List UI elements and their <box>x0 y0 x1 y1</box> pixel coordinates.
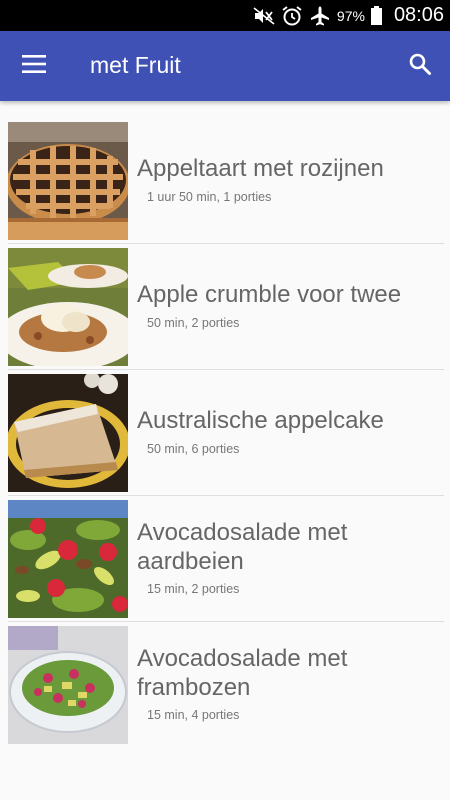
status-icons: 97% 08:06 <box>253 0 444 31</box>
recipe-list-item[interactable]: Australische appelcake 50 min, 6 porties <box>0 370 450 496</box>
recipe-meta: 50 min, 2 porties <box>147 316 240 330</box>
recipe-list-item[interactable]: Avocadosalade met frambozen 15 min, 4 po… <box>0 622 450 748</box>
recipe-meta: 50 min, 6 porties <box>147 442 240 456</box>
mute-icon <box>253 5 275 27</box>
app-bar: met Fruit <box>0 31 450 101</box>
recipe-list: Appeltaart met rozijnen 1 uur 50 min, 1 … <box>0 118 450 748</box>
recipe-list-item[interactable]: Appeltaart met rozijnen 1 uur 50 min, 1 … <box>0 118 450 244</box>
recipe-title: Avocadosalade met aardbeien <box>137 519 348 575</box>
status-bar: 97% 08:06 <box>0 0 450 31</box>
recipe-image <box>8 500 128 618</box>
alarm-icon <box>281 5 303 27</box>
battery-percent: 97% <box>336 7 365 24</box>
recipe-meta: 15 min, 2 porties <box>147 582 240 596</box>
recipe-image <box>8 122 128 240</box>
recipe-title: Australische appelcake <box>137 407 384 434</box>
recipe-list-item[interactable]: Avocadosalade met aardbeien 15 min, 2 po… <box>0 496 450 622</box>
recipe-title: Appeltaart met rozijnen <box>137 155 384 182</box>
menu-button[interactable] <box>14 46 54 86</box>
recipe-image <box>8 248 128 366</box>
recipe-image <box>8 626 128 744</box>
hamburger-menu-icon <box>22 54 46 78</box>
recipe-title: Apple crumble voor twee <box>137 281 402 308</box>
recipe-meta: 15 min, 4 porties <box>147 708 240 722</box>
battery-icon <box>370 6 382 25</box>
recipe-title: Avocadosalade met frambozen <box>137 645 348 701</box>
recipe-image <box>8 374 128 492</box>
airplane-mode-icon <box>309 5 331 27</box>
search-button[interactable] <box>400 46 440 86</box>
page-title: met Fruit <box>90 52 181 78</box>
clock: 08:06 <box>393 4 444 26</box>
recipe-meta: 1 uur 50 min, 1 porties <box>147 190 272 204</box>
recipe-list-item[interactable]: Apple crumble voor twee 50 min, 2 portie… <box>0 244 450 370</box>
search-icon <box>408 52 432 81</box>
